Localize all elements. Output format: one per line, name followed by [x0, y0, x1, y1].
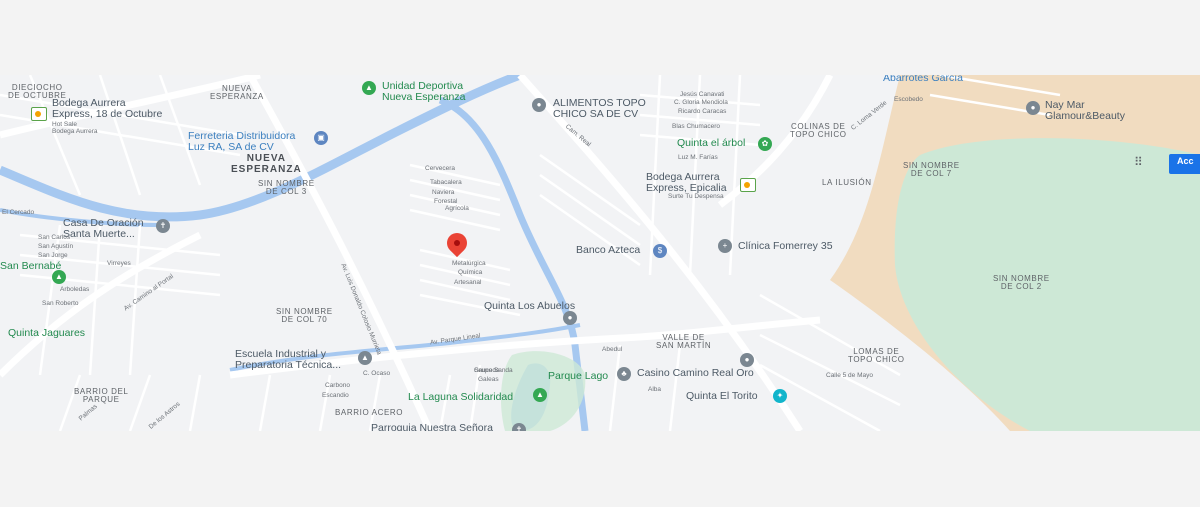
street-label: Naviera: [432, 189, 455, 196]
street-label: Arboledas: [60, 286, 90, 293]
street-label: Metalúrgica: [452, 260, 486, 267]
street-label: C. Gloria Mendiola: [674, 99, 728, 106]
poi-la-laguna-solidaridad[interactable]: La Laguna Solidaridad: [408, 391, 513, 403]
poi-ferreteria[interactable]: Ferreteria Distribuidora Luz RA, SA de CV: [188, 130, 295, 153]
street-label: Tabacalera: [430, 179, 462, 186]
church-icon[interactable]: ✝: [512, 423, 526, 431]
street-label: Luz M. Farías: [678, 154, 718, 161]
store-icon[interactable]: [31, 107, 47, 121]
neighborhood-label: LOMAS DE TOPO CHICO: [848, 347, 905, 365]
street-label: San Carlos: [38, 234, 71, 241]
neighborhood-label: COLINAS DE TOPO CHICO: [790, 122, 847, 140]
accept-button[interactable]: Acc: [1169, 154, 1200, 174]
poi-nay-mar[interactable]: Nay Mar Glamour&Beauty: [1045, 99, 1125, 122]
poi-quinta-el-torito[interactable]: Quinta El Torito: [686, 390, 758, 402]
street-label: Ricardo Caracas: [678, 108, 727, 115]
street-label: Cervecera: [425, 165, 455, 172]
pin-icon[interactable]: ●: [1026, 101, 1040, 115]
street-label: Carbono: [325, 382, 350, 389]
poi-unidad-deportiva[interactable]: Unidad Deportiva Nueva Esperanza: [382, 80, 465, 103]
poi-sub: Surte Tu Despensa: [668, 193, 724, 200]
neighborhood-label: BARRIO ACERO: [335, 408, 404, 417]
street-label: El Cercado: [2, 209, 35, 216]
street-label: Calle 5 de Mayo: [826, 372, 873, 379]
poi-escuela-industrial[interactable]: Escuela Industrial y Preparatoria Técnica…: [235, 348, 341, 371]
neighborhood-label: NUEVA ESPERANZA: [231, 153, 302, 175]
apps-grid-icon[interactable]: ⠿: [1134, 155, 1150, 169]
poi-quinta-los-abuelos[interactable]: Quinta Los Abuelos: [484, 300, 575, 312]
store-icon[interactable]: [740, 178, 756, 192]
pin-icon[interactable]: ●: [740, 353, 754, 367]
street-label: Química: [458, 269, 483, 276]
medical-icon[interactable]: +: [718, 239, 732, 253]
pin-icon[interactable]: ●: [532, 98, 546, 112]
street-label: Grupo Sanda: [474, 367, 513, 374]
street-label: Escandio: [322, 392, 349, 399]
neighborhood-label: VALLE DE SAN MARTÍN: [656, 333, 712, 351]
school-icon[interactable]: ▲: [358, 351, 372, 365]
poi-casa-de-oracion[interactable]: Casa De Oración Santa Muerte...: [63, 217, 144, 240]
neighborhood-label: BARRIO DEL PARQUE: [74, 387, 129, 405]
poi-abarrotes-garcia[interactable]: Abarrotes García: [883, 75, 963, 84]
neighborhood-label: SIN NOMBRE DE COL 3: [258, 179, 315, 197]
neighborhood-label: SIN NOMBRE DE COL 2: [993, 274, 1050, 292]
street-label: Virreyes: [107, 260, 131, 267]
poi-banco-azteca[interactable]: Banco Azteca: [576, 244, 640, 256]
street-label: Jesús Canavati: [680, 91, 725, 98]
street-label: Blas Chumacero: [672, 123, 721, 130]
street-label: San Roberto: [42, 300, 79, 307]
neighborhood-label: SIN NOMBRE DE COL 7: [903, 161, 960, 179]
park-icon[interactable]: ▲: [362, 81, 376, 95]
pin-icon[interactable]: ●: [563, 311, 577, 325]
park-icon[interactable]: ▲: [52, 270, 66, 284]
poi-clinica-fomerrey[interactable]: Clínica Fomerrey 35: [738, 240, 833, 252]
poi-san-bernabe[interactable]: San Bernabé: [0, 260, 61, 272]
event-icon[interactable]: ✦: [773, 389, 787, 403]
poi-sub: Hot Sale Bodega Aurrera: [52, 121, 98, 135]
street-label: C. Ocaso: [363, 370, 391, 377]
street-label: Artesanal: [454, 279, 482, 286]
casino-icon[interactable]: ♣: [617, 367, 631, 381]
street-label: Agrícola: [445, 205, 469, 212]
park-icon[interactable]: ▲: [533, 388, 547, 402]
shopping-icon[interactable]: ▣: [314, 131, 328, 145]
neighborhood-label: LA ILUSIÓN: [822, 178, 872, 187]
poi-bodega-epicalia[interactable]: Bodega Aurrera Express, Epicalia: [646, 171, 727, 194]
poi-alimentos-topo-chico[interactable]: ALIMENTOS TOPO CHICO SA DE CV: [553, 97, 646, 120]
leaf-icon[interactable]: ✿: [758, 137, 772, 151]
poi-parque-lago[interactable]: Parque Lago: [548, 370, 608, 382]
religious-icon[interactable]: ✝: [156, 219, 170, 233]
street-label: San Jorge: [38, 252, 68, 259]
street-label: Alba: [648, 386, 662, 393]
street-label: Abedul: [602, 346, 623, 353]
street-label: Galeas: [478, 376, 499, 383]
neighborhood-label: NUEVA ESPERANZA: [210, 84, 264, 102]
poi-casino-camino-real[interactable]: Casino Camino Real Oro: [637, 367, 754, 379]
street-label: San Agustín: [38, 243, 74, 250]
poi-bodega-18-octubre[interactable]: Bodega Aurrera Express, 18 de Octubre: [52, 97, 162, 120]
bank-icon[interactable]: $: [653, 244, 667, 258]
map-canvas[interactable]: DIECIOCHO DE OCTUBRE NUEVA ESPERANZA NUEVA…: [0, 75, 1200, 431]
poi-quinta-el-arbol[interactable]: Quinta el árbol: [677, 137, 745, 149]
poi-parroquia[interactable]: Parroquia Nuestra Señora: [371, 422, 493, 431]
poi-quinta-jaguares[interactable]: Quinta Jaguares: [8, 327, 85, 339]
neighborhood-label: SIN NOMBRE DE COL 70: [276, 307, 333, 325]
street-label: Escobedo: [894, 96, 923, 103]
